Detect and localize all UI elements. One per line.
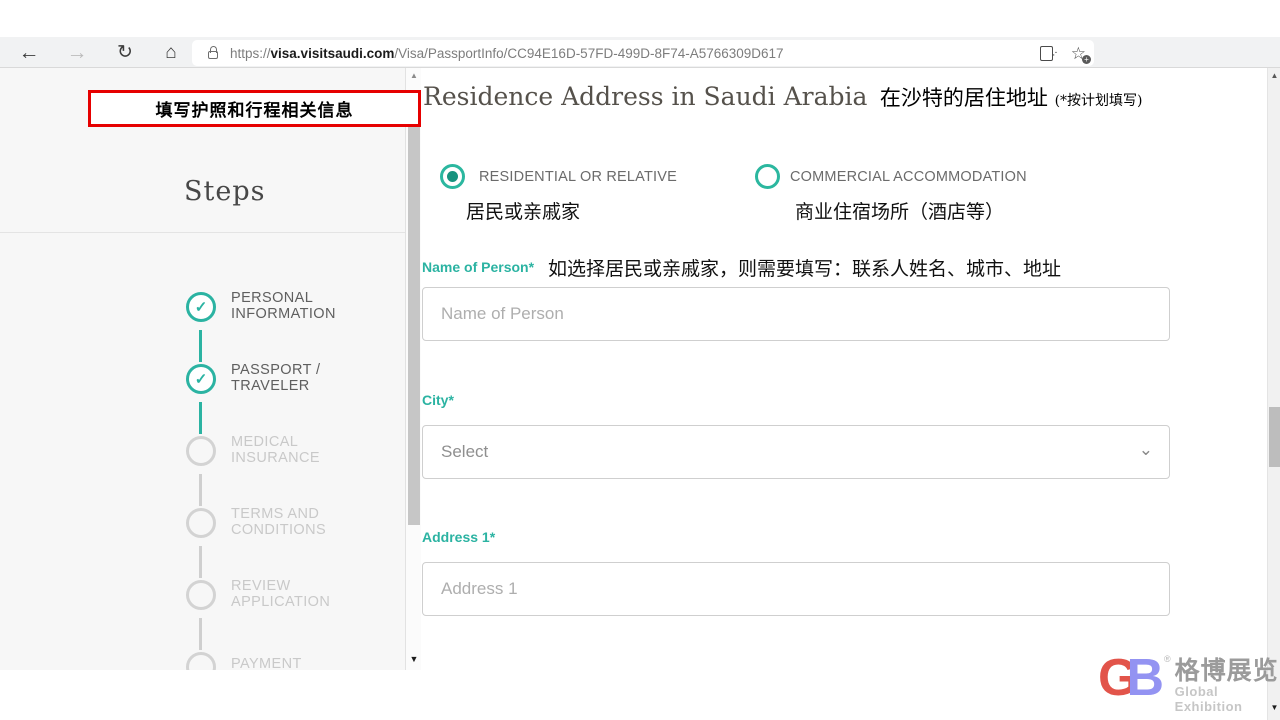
page-viewport: Steps ✓ PERSONALINFORMATION ✓ PASSPORT /… bbox=[0, 68, 1267, 670]
name-of-person-input[interactable] bbox=[422, 287, 1170, 341]
step-line1: PAYMENT bbox=[231, 656, 302, 670]
radio-residential[interactable] bbox=[440, 164, 465, 189]
city-select-value: Select bbox=[441, 442, 488, 462]
sidebar-scrollbar[interactable]: ▲ ▼ bbox=[405, 68, 421, 670]
steps-heading: Steps bbox=[184, 176, 265, 207]
step-line2: CONDITIONS bbox=[231, 522, 326, 538]
step-check-personal-information: ✓ bbox=[186, 292, 216, 322]
name-of-person-note-zh: 如选择居民或亲戚家，则需要填写：联系人姓名、城市、地址 bbox=[548, 259, 1061, 280]
url-path: /Visa/PassportInfo/CC94E16D-57FD-499D-8F… bbox=[394, 46, 783, 61]
step-terms-conditions: TERMS ANDCONDITIONS bbox=[231, 506, 326, 538]
forward-icon[interactable]: → bbox=[62, 37, 92, 68]
step-circle-review-application bbox=[186, 580, 216, 610]
step-personal-information[interactable]: PERSONALINFORMATION bbox=[231, 290, 336, 322]
scroll-down-icon[interactable]: ▼ bbox=[406, 654, 422, 664]
lock-icon bbox=[208, 51, 218, 59]
step-medical-insurance: MEDICALINSURANCE bbox=[231, 434, 320, 466]
address1-input[interactable] bbox=[422, 562, 1170, 616]
browser-window: ← → ↻ ⌂ https://visa.visitsaudi.com/Visa… bbox=[0, 0, 1280, 720]
home-icon[interactable]: ⌂ bbox=[156, 37, 186, 68]
label-text: Name of Person* bbox=[422, 259, 534, 275]
step-line1: PASSPORT / bbox=[231, 362, 320, 378]
scroll-up-icon[interactable]: ▲ bbox=[406, 71, 422, 80]
step-connector bbox=[199, 402, 202, 434]
scroll-up-icon[interactable]: ▲ bbox=[1268, 71, 1280, 80]
scrollbar-thumb[interactable] bbox=[1269, 407, 1280, 467]
step-line1: TERMS AND bbox=[231, 506, 319, 522]
steps-sidebar: Steps ✓ PERSONALINFORMATION ✓ PASSPORT /… bbox=[0, 68, 405, 670]
scrollbar-thumb[interactable] bbox=[408, 93, 420, 525]
divider bbox=[0, 232, 405, 233]
radio-residential-label-zh: 居民或亲戚家 bbox=[466, 197, 580, 224]
radio-residential-label[interactable]: RESIDENTIAL OR RELATIVE bbox=[479, 169, 677, 185]
radio-commercial[interactable] bbox=[755, 164, 780, 189]
browser-toolbar: ← → ↻ ⌂ https://visa.visitsaudi.com/Visa… bbox=[0, 37, 1280, 68]
step-connector bbox=[199, 330, 202, 362]
address2-label: Address 2* bbox=[422, 667, 495, 670]
annotation-text: 填写护照和行程相关信息 bbox=[156, 96, 354, 121]
step-line2: TRAVELER bbox=[231, 378, 310, 394]
page-title: Residence Address in Saudi Arabia 在沙特的居住… bbox=[423, 82, 1143, 112]
title-zh-text: 在沙特的居住地址 bbox=[880, 86, 1048, 110]
step-circle-medical-insurance bbox=[186, 436, 216, 466]
city-select[interactable]: Select ⌄ bbox=[422, 425, 1170, 479]
step-connector bbox=[199, 546, 202, 578]
step-passport-traveler[interactable]: PASSPORT /TRAVELER bbox=[231, 362, 320, 394]
add-favorite-icon[interactable]: ☆+ bbox=[1071, 45, 1086, 62]
annotation-box: 填写护照和行程相关信息 bbox=[88, 90, 421, 127]
read-aloud-icon[interactable] bbox=[1040, 46, 1053, 61]
watermark-logo: G B ® 格博展览 Global Exhibition bbox=[1098, 652, 1280, 714]
step-payment: PAYMENT bbox=[231, 656, 302, 670]
step-line2: INFORMATION bbox=[231, 306, 336, 322]
refresh-icon[interactable]: ↻ bbox=[110, 37, 140, 68]
add-badge-icon: + bbox=[1082, 55, 1091, 64]
address1-label: Address 1* bbox=[422, 529, 495, 545]
step-line1: MEDICAL bbox=[231, 434, 298, 450]
step-circle-payment bbox=[186, 652, 216, 670]
step-check-passport-traveler: ✓ bbox=[186, 364, 216, 394]
page-title-note: (*按计划填写) bbox=[1055, 93, 1143, 109]
url-scheme: https:// bbox=[230, 46, 271, 61]
logo-letter-b: B bbox=[1126, 652, 1164, 704]
address-bar[interactable]: https://visa.visitsaudi.com/Visa/Passpor… bbox=[192, 40, 1094, 66]
chevron-down-icon: ⌄ bbox=[1139, 440, 1153, 460]
form-content: Residence Address in Saudi Arabia 在沙特的居住… bbox=[421, 68, 1267, 670]
tab-strip bbox=[0, 0, 1280, 37]
url-host: visa.visitsaudi.com bbox=[271, 46, 395, 61]
page-scrollbar[interactable]: ▲ ▼ bbox=[1267, 68, 1280, 720]
step-line2: INSURANCE bbox=[231, 450, 320, 466]
page-title-zh: 在沙特的居住地址 (*按计划填写) bbox=[880, 86, 1143, 110]
page-title-en: Residence Address in Saudi Arabia bbox=[423, 82, 867, 111]
step-line1: PERSONAL bbox=[231, 290, 313, 306]
step-line2: APPLICATION bbox=[231, 594, 330, 610]
name-of-person-label: Name of Person* 如选择居民或亲戚家，则需要填写：联系人姓名、城市、… bbox=[422, 254, 1061, 281]
step-connector bbox=[199, 474, 202, 506]
logo-en-text: Global Exhibition bbox=[1175, 684, 1280, 714]
radio-commercial-label[interactable]: COMMERCIAL ACCOMMODATION bbox=[790, 169, 1027, 185]
url-text[interactable]: https://visa.visitsaudi.com/Visa/Passpor… bbox=[230, 46, 784, 61]
step-review-application: REVIEWAPPLICATION bbox=[231, 578, 330, 610]
registered-mark: ® bbox=[1164, 654, 1171, 664]
logo-cn-text: 格博展览 bbox=[1175, 658, 1280, 684]
city-label: City* bbox=[422, 392, 454, 408]
step-circle-terms-conditions bbox=[186, 508, 216, 538]
step-connector bbox=[199, 618, 202, 650]
step-line1: REVIEW bbox=[231, 578, 291, 594]
back-icon[interactable]: ← bbox=[14, 37, 44, 68]
radio-commercial-label-zh: 商业住宿场所（酒店等） bbox=[795, 197, 1004, 224]
